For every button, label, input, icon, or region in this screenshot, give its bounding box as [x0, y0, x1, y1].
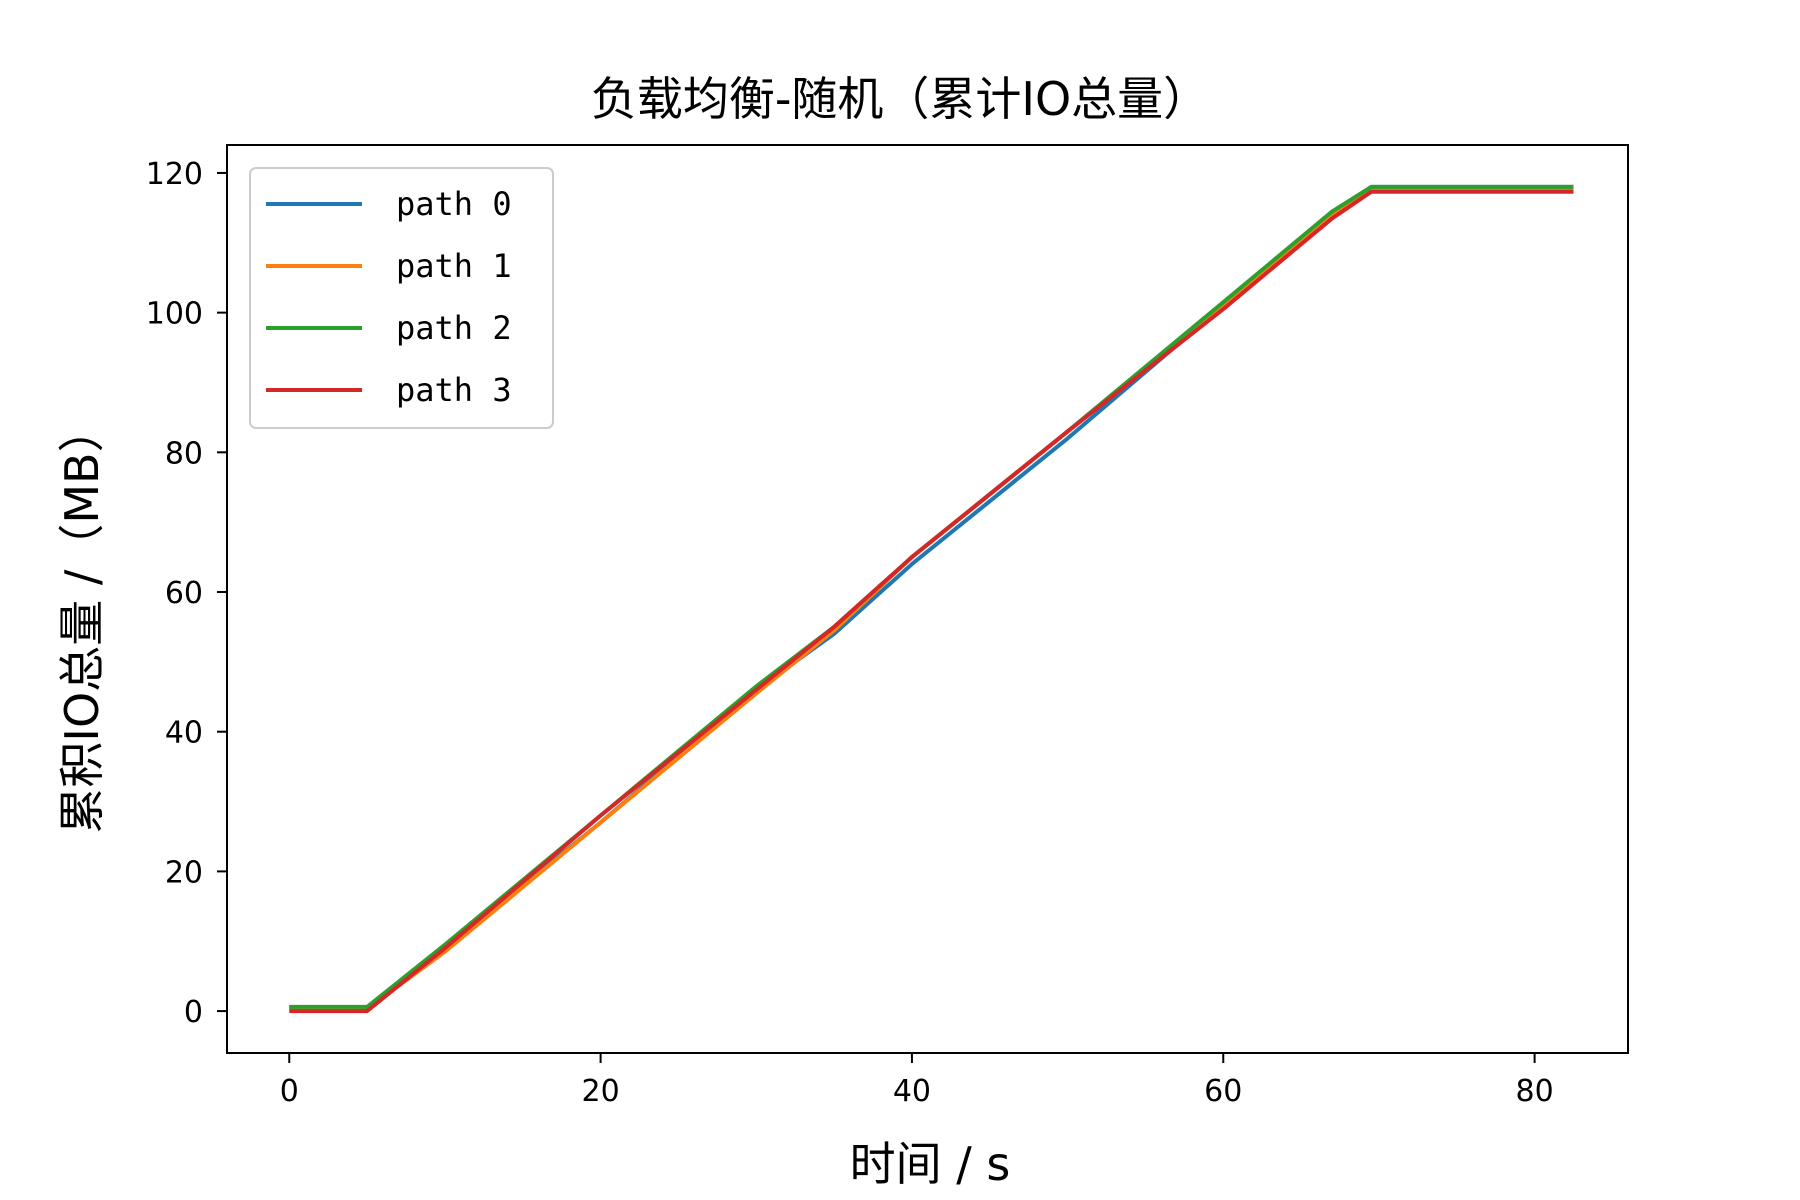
y-tick-label: 100 [146, 297, 203, 332]
y-tick-label: 20 [165, 855, 203, 890]
x-tick-label: 20 [582, 1074, 620, 1109]
y-axis-title: 累积IO总量 /（MB） [55, 406, 109, 833]
y-tick-label: 0 [184, 995, 203, 1030]
y-tick-label: 60 [165, 576, 203, 611]
y-tick-label: 80 [165, 436, 203, 471]
legend-label-path-3: path 3 [396, 371, 512, 409]
legend-label-path-2: path 2 [396, 309, 512, 347]
legend-label-path-0: path 0 [396, 185, 512, 223]
x-tick-label: 0 [280, 1074, 299, 1109]
chart: 负载均衡-随机（累计IO总量） 0 20 40 60 80 0 20 40 60 80 100 120… [0, 0, 1800, 1200]
x-tick-label: 40 [893, 1074, 931, 1109]
x-tick-label: 60 [1204, 1074, 1242, 1109]
chart-title: 负载均衡-随机（累计IO总量） [591, 72, 1209, 126]
legend-label-path-1: path 1 [396, 247, 512, 285]
x-tick-label: 80 [1516, 1074, 1554, 1109]
x-axis-title: 时间 / s [850, 1137, 1011, 1191]
legend: path 0 path 1 path 2 path 3 [249, 167, 554, 429]
y-tick-label: 40 [165, 716, 203, 751]
y-tick-label: 120 [146, 157, 203, 192]
